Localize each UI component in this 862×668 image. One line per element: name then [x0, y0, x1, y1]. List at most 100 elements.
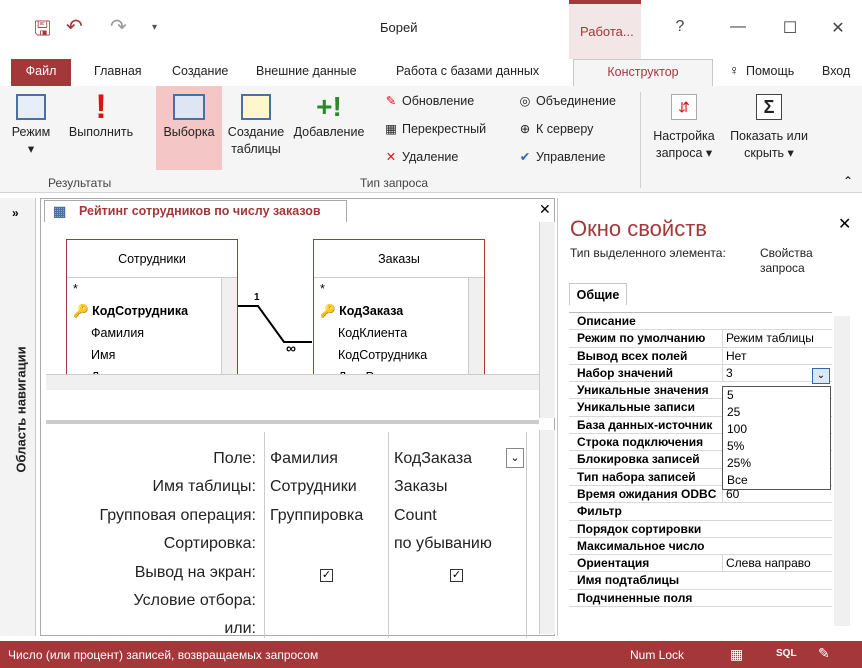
show-checkbox[interactable]: ✓: [320, 569, 333, 582]
dropdown-option[interactable]: 100: [723, 421, 830, 438]
design-view-icon[interactable]: ✎: [818, 645, 830, 662]
nav-expand-icon[interactable]: »: [12, 206, 19, 220]
tab-external-data[interactable]: Внешние данные: [256, 59, 357, 86]
status-bar: Число (или процент) записей, возвращаемы…: [0, 641, 862, 668]
property-row[interactable]: Максимальное число: [569, 538, 832, 556]
property-row[interactable]: Подчиненные поля: [569, 590, 832, 608]
property-value[interactable]: Нет: [722, 347, 832, 365]
grid-cell[interactable]: Группировка: [270, 507, 363, 525]
dropdown-option[interactable]: 5%: [723, 438, 830, 455]
grid-cell[interactable]: Count: [394, 507, 437, 525]
maximize-button[interactable]: ☐: [770, 18, 810, 38]
select-query-button[interactable]: Выборка: [156, 86, 222, 170]
make-table-button[interactable]: Создание таблицы: [222, 90, 290, 158]
navigation-pane[interactable]: » Область навигации: [0, 198, 36, 636]
data-definition-button[interactable]: ✔ Управление: [516, 146, 606, 168]
undo-icon[interactable]: ↶: [66, 14, 83, 39]
table-employees[interactable]: Сотрудники * 🔑 КодСотрудника Фамилия Имя…: [66, 239, 238, 385]
show-hide-button[interactable]: Σ Показать или скрыть ▾: [724, 90, 814, 162]
tab-home[interactable]: Главная: [94, 59, 142, 86]
grid-cell[interactable]: Фамилия: [270, 450, 338, 468]
dropdown-option[interactable]: Все: [723, 472, 830, 489]
crosstab-icon: ▦: [385, 122, 397, 136]
property-row[interactable]: Режим по умолчанию Режим таблицы: [569, 330, 832, 348]
field-label: КодЗаказа: [339, 304, 404, 318]
grid-cell[interactable]: Заказы: [394, 478, 447, 496]
passthrough-query-button[interactable]: ⊕ К серверу: [516, 118, 594, 140]
collapse-ribbon-icon[interactable]: ⌃: [843, 174, 853, 188]
property-row[interactable]: Набор значений 3: [569, 364, 832, 383]
select-query-label: Выборка: [163, 125, 215, 139]
table-scrollbar[interactable]: [468, 278, 484, 384]
query-setup-button[interactable]: ⇵ Настройка запроса ▾: [646, 90, 722, 162]
minimize-button[interactable]: —: [718, 18, 758, 36]
redo-icon[interactable]: ↷: [110, 14, 127, 39]
property-row[interactable]: Имя подтаблицы: [569, 572, 832, 590]
query-tab[interactable]: ▦ Рейтинг сотрудников по числу заказов: [44, 200, 347, 222]
union-label: Объединение: [536, 94, 616, 108]
property-row[interactable]: Порядок сортировки: [569, 521, 832, 538]
tab-file[interactable]: Файл: [11, 59, 71, 86]
diagram-hscrollbar[interactable]: [46, 374, 539, 390]
dropdown-option[interactable]: 5: [723, 387, 830, 404]
row-label-criteria: Условие отбора:: [133, 592, 256, 609]
append-button[interactable]: +! Добавление: [290, 90, 368, 141]
field-item[interactable]: Фамилия: [73, 322, 217, 344]
tab-create[interactable]: Создание: [172, 59, 228, 86]
delete-query-button[interactable]: ✕ Удаление: [382, 146, 459, 168]
property-row[interactable]: Фильтр: [569, 503, 832, 521]
field-item[interactable]: 🔑 КодЗаказа: [320, 300, 464, 322]
field-item[interactable]: КодКлиента: [320, 322, 464, 344]
row-label-sort: Сортировка:: [163, 535, 256, 552]
field-item[interactable]: КодСотрудника: [320, 344, 464, 366]
datasheet-view-icon[interactable]: ▦: [730, 646, 743, 663]
quick-access-customize-icon[interactable]: ▾: [152, 22, 157, 33]
run-button[interactable]: ! Выполнить: [62, 90, 140, 141]
field-item[interactable]: 🔑 КодСотрудника: [73, 300, 217, 322]
property-row[interactable]: Описание: [569, 313, 832, 331]
update-query-button[interactable]: ✎ Обновление: [382, 90, 474, 112]
field-item[interactable]: *: [73, 278, 217, 300]
union-query-button[interactable]: ◎ Объединение: [516, 90, 616, 112]
query-tab-label: Рейтинг сотрудников по числу заказов: [79, 204, 321, 218]
close-query-icon[interactable]: ✕: [539, 201, 551, 218]
grid-vscrollbar[interactable]: [539, 430, 555, 634]
property-name: Порядок сортировки: [577, 521, 702, 536]
ddl-icon: ✔: [519, 150, 531, 164]
property-row[interactable]: Ориентация Слева направо: [569, 555, 832, 573]
property-scrollbar[interactable]: [834, 316, 850, 626]
sql-view-icon[interactable]: SQL: [776, 648, 797, 659]
field-dropdown-icon[interactable]: ⌄: [506, 448, 524, 468]
sign-in-link[interactable]: Вход: [822, 59, 850, 86]
close-button[interactable]: ✕: [818, 18, 858, 38]
property-value[interactable]: Слева направо: [722, 555, 832, 573]
grid-cell[interactable]: по убыванию: [394, 535, 492, 553]
join-line[interactable]: [236, 292, 316, 352]
diagram-vscrollbar[interactable]: [539, 222, 555, 418]
view-button[interactable]: Режим ▾: [2, 90, 60, 158]
tab-help[interactable]: Помощь: [746, 59, 794, 86]
dropdown-option[interactable]: 25%: [723, 455, 830, 472]
show-hide-label: Показать или: [730, 129, 808, 143]
grid-cell[interactable]: Сотрудники: [270, 478, 357, 496]
crosstab-query-button[interactable]: ▦ Перекрестный: [382, 118, 486, 140]
grid-cell[interactable]: КодЗаказа: [394, 450, 472, 468]
help-button[interactable]: ?: [660, 18, 700, 36]
tab-general[interactable]: Общие: [569, 283, 627, 305]
table-orders[interactable]: Заказы * 🔑 КодЗаказа КодКлиента КодСотру…: [313, 239, 485, 385]
tab-design[interactable]: Конструктор: [573, 59, 713, 86]
close-property-sheet-icon[interactable]: ✕: [838, 214, 851, 234]
table-scrollbar[interactable]: [221, 278, 237, 384]
append-label: Добавление: [293, 125, 365, 139]
show-checkbox[interactable]: ✓: [450, 569, 463, 582]
dropdown-option[interactable]: 25: [723, 404, 830, 421]
property-row[interactable]: Вывод всех полей Нет: [569, 347, 832, 365]
field-item[interactable]: Имя: [73, 344, 217, 366]
tab-database-tools[interactable]: Работа с базами данных: [396, 59, 539, 86]
save-icon[interactable]: 🖫: [34, 14, 51, 48]
field-item[interactable]: *: [320, 278, 464, 300]
top-values-dropdown-icon[interactable]: ⌄: [812, 368, 830, 384]
property-value[interactable]: Режим таблицы: [722, 330, 832, 348]
top-values-dropdown[interactable]: 5 25 100 5% 25% Все: [722, 386, 831, 490]
property-name: Тип набора записей: [577, 469, 696, 484]
